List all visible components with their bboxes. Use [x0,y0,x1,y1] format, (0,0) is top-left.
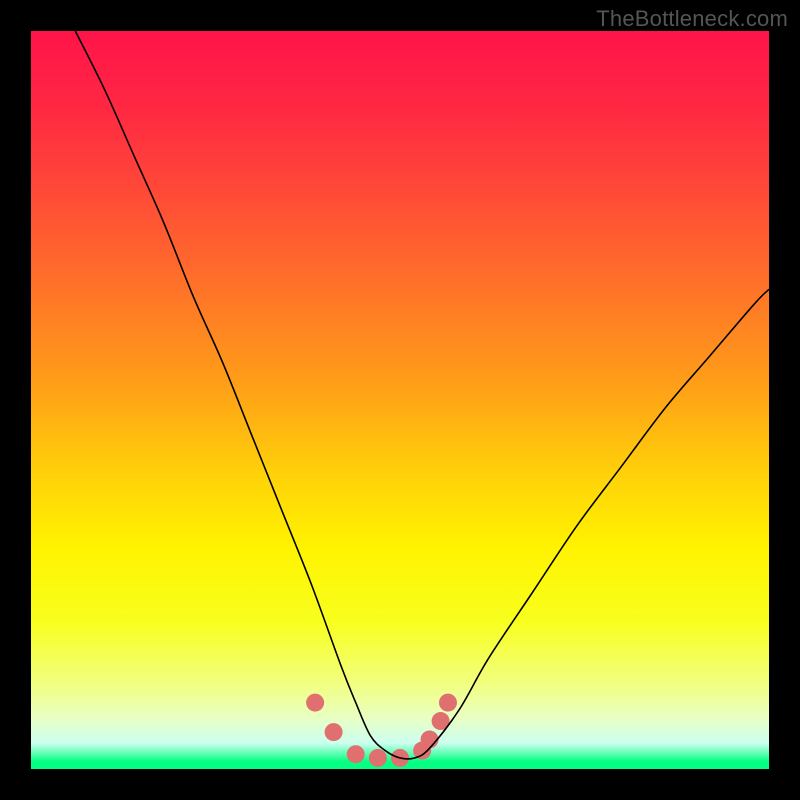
data-marker [369,749,387,767]
data-marker [347,745,365,763]
plot-area [31,31,769,769]
bottleneck-curve [75,31,769,759]
watermark-text: TheBottleneck.com [596,6,788,32]
chart-frame: TheBottleneck.com [0,0,800,800]
data-marker [306,694,324,712]
data-marker [421,730,439,748]
plot-svg [31,31,769,769]
data-marker [325,723,343,741]
data-marker [439,694,457,712]
data-markers [306,694,457,767]
